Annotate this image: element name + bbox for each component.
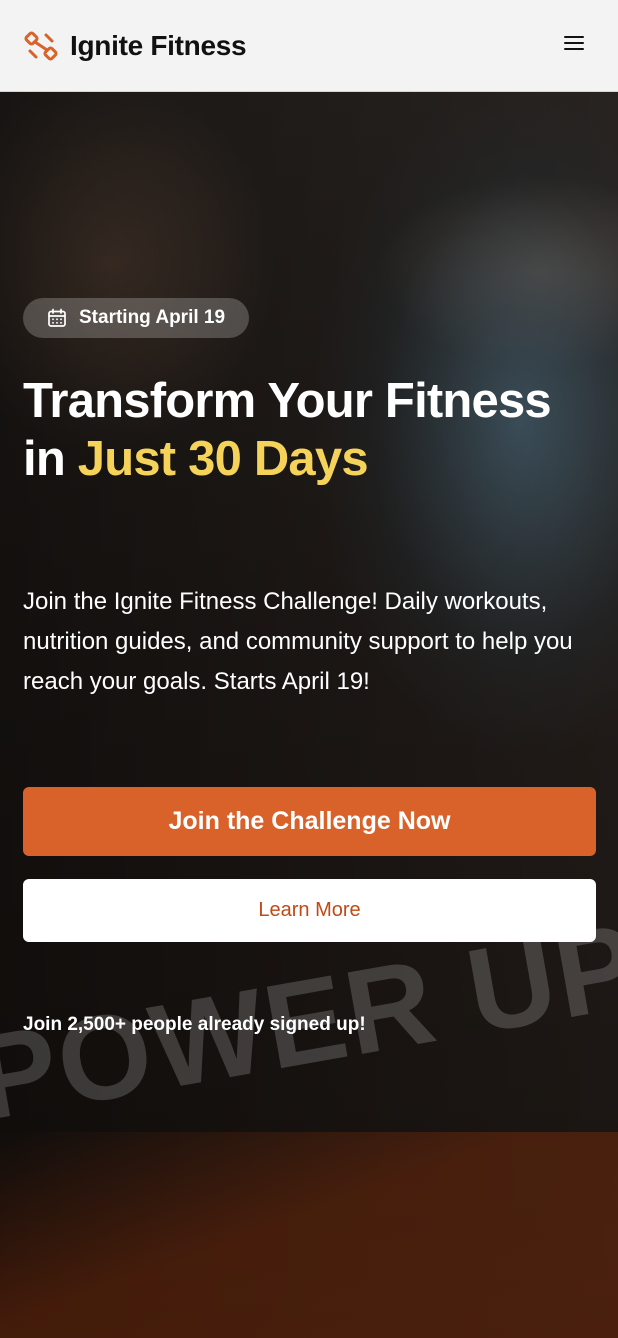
hero-headline: Transform Your Fitness in Just 30 Days bbox=[23, 372, 583, 488]
menu-button[interactable] bbox=[554, 26, 594, 66]
hamburger-menu-icon bbox=[564, 35, 584, 56]
join-challenge-button[interactable]: Join the Challenge Now bbox=[23, 787, 596, 856]
brand-name: Ignite Fitness bbox=[70, 29, 247, 61]
hero-bottom-glow bbox=[0, 1132, 618, 1338]
signup-count-note: Join 2,500+ people already signed up! bbox=[23, 1014, 366, 1035]
hero-section: POWER UP Starting April 19 Transform You… bbox=[0, 92, 618, 1338]
badge-text: Starting April 19 bbox=[79, 307, 226, 328]
headline-accent: Just 30 Days bbox=[77, 432, 369, 486]
calendar-icon bbox=[47, 308, 67, 328]
hero-description: Join the Ignite Fitness Challenge! Daily… bbox=[23, 588, 573, 695]
learn-more-button[interactable]: Learn More bbox=[23, 879, 596, 942]
brand[interactable]: Ignite Fitness bbox=[24, 29, 247, 63]
dumbbell-icon bbox=[24, 29, 58, 63]
start-date-badge: Starting April 19 bbox=[23, 298, 250, 338]
site-header: Ignite Fitness bbox=[0, 0, 618, 92]
